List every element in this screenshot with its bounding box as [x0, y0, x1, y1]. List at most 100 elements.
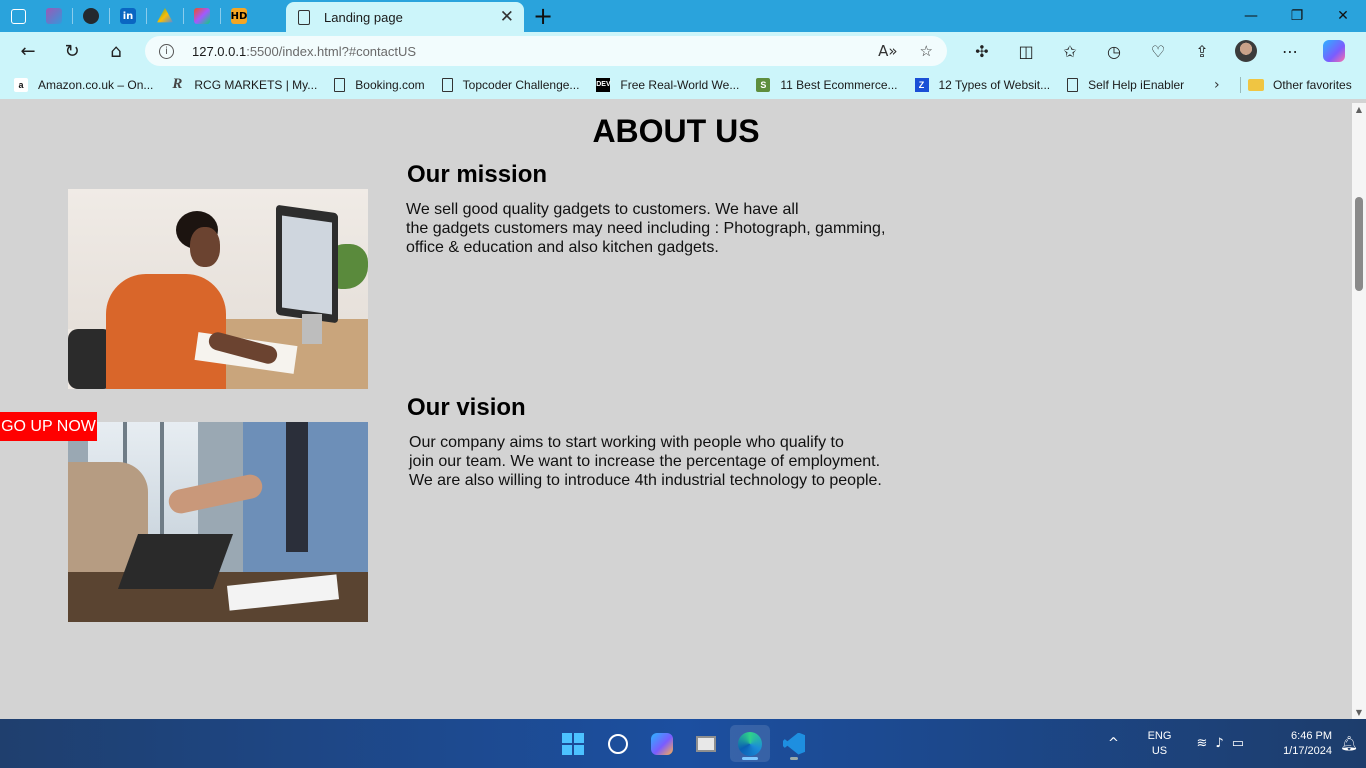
new-tab-button[interactable]: +	[530, 0, 556, 32]
vision-photo	[68, 422, 368, 622]
read-aloud-icon[interactable]: A»	[878, 42, 897, 60]
taskbar-vscode-icon[interactable]	[774, 725, 814, 762]
url-path: :5500/index.html?#contactUS	[246, 43, 417, 59]
twelve-icon: Z	[914, 77, 929, 92]
mission-line: We sell good quality gadgets to customer…	[406, 201, 799, 218]
windows-logo-icon	[562, 732, 584, 755]
go-up-button[interactable]: GO UP NOW	[0, 412, 97, 441]
pinned-tab-linkedin-icon[interactable]: in	[110, 0, 146, 32]
clock-date: 1/17/2024	[1283, 744, 1332, 757]
favorite-item[interactable]: Booking.com	[334, 77, 425, 92]
other-favorites-label: Other favorites	[1273, 77, 1352, 92]
quick-settings[interactable]: ≋ ♪ ▭	[1197, 736, 1245, 751]
favorite-item[interactable]: Z 12 Types of Websit...	[914, 77, 1051, 92]
show-hidden-icons-chevron-icon[interactable]: ^	[1099, 736, 1129, 751]
amazon-icon: a	[14, 77, 28, 92]
favorites-divider	[1240, 77, 1241, 93]
browser-toolbar: ← ↻ ⌂ i 127.0.0.1:5500/index.html?#conta…	[0, 32, 1366, 70]
browser-tab-strip: in HD Landing page ✕ + — ❐ ✕	[0, 0, 1366, 32]
taskbar-search-icon[interactable]	[598, 725, 638, 762]
vision-line: We are also willing to introduce 4th ind…	[409, 472, 882, 489]
tab-landing-page[interactable]: Landing page ✕	[286, 2, 524, 32]
favorite-star-icon[interactable]: ☆	[920, 42, 933, 60]
favorite-item[interactable]: R RCG MARKETS | My...	[170, 76, 318, 92]
language-indicator[interactable]: ENG US	[1137, 729, 1183, 759]
window-controls: — ❐ ✕	[1228, 0, 1366, 32]
restore-button[interactable]: ❐	[1274, 0, 1320, 32]
mission-heading: Our mission	[407, 161, 548, 188]
language-code: ENG	[1147, 729, 1172, 742]
scroll-down-arrow-icon[interactable]: ▼	[1352, 708, 1366, 717]
refresh-icon[interactable]: ↻	[50, 32, 94, 70]
mission-line: the gadgets customers may need including…	[406, 220, 886, 237]
page-scrollbar[interactable]: ▲ ▼	[1352, 103, 1366, 719]
browser-essentials-icon[interactable]: ♡	[1136, 42, 1180, 61]
favorite-label: 11 Best Ecommerce...	[780, 77, 898, 92]
favorite-label: 12 Types of Websit...	[938, 77, 1051, 92]
mission-line: office & education and also kitchen gadg…	[406, 239, 719, 256]
favorite-label: RCG MARKETS | My...	[194, 77, 318, 92]
url-host: 127.0.0.1	[192, 43, 247, 59]
wifi-icon: ≋	[1196, 736, 1208, 751]
page-title: ABOUT US	[592, 113, 760, 149]
folder-icon	[1248, 78, 1264, 91]
vision-heading: Our vision	[407, 394, 526, 421]
clock[interactable]: 6:46 PM 1/17/2024	[1254, 729, 1332, 759]
taskbar-edge-icon[interactable]	[730, 725, 770, 762]
other-favorites-folder[interactable]: Other favorites	[1248, 70, 1352, 99]
windows-taskbar: ^ ENG US ≋ ♪ ▭ 6:46 PM 1/17/2024 🔔︎	[0, 719, 1366, 768]
history-icon[interactable]: ◷	[1092, 42, 1136, 61]
vision-text: Our company aims to start working with p…	[409, 433, 909, 490]
favorite-item[interactable]: DEV Free Real-World We...	[596, 77, 740, 92]
mission-photo	[68, 189, 368, 389]
mission-text: We sell good quality gadgets to customer…	[406, 200, 906, 257]
system-tray: ^ ENG US ≋ ♪ ▭ 6:46 PM 1/17/2024 🔔︎	[1099, 719, 1366, 768]
vision-line: Our company aims to start working with p…	[409, 434, 844, 451]
notifications-bell-icon[interactable]: 🔔︎	[1332, 736, 1366, 752]
favorite-item[interactable]: Self Help iEnabler	[1067, 77, 1185, 92]
copilot-icon[interactable]	[1323, 40, 1345, 62]
close-tab-icon[interactable]: ✕	[500, 7, 514, 27]
pinned-tab-drive-icon[interactable]	[147, 0, 183, 32]
pinned-tab-github-icon[interactable]	[73, 0, 109, 32]
favorite-label: Self Help iEnabler	[1088, 77, 1185, 92]
shopify-icon: S	[756, 77, 771, 92]
favorites-overflow-chevron-icon[interactable]: ›	[1214, 70, 1220, 99]
back-arrow-icon[interactable]: ←	[6, 32, 50, 70]
page-icon	[298, 9, 310, 25]
task-view-icon[interactable]	[686, 725, 726, 762]
extensions-icon[interactable]: ✣	[960, 42, 1004, 61]
favorite-item[interactable]: S 11 Best Ecommerce...	[756, 77, 898, 92]
pinned-tab-feather-icon[interactable]	[36, 0, 72, 32]
taskbar-copilot-icon[interactable]	[642, 725, 682, 762]
share-icon[interactable]: ⇪	[1180, 42, 1224, 61]
split-screen-icon[interactable]: ◫	[1004, 42, 1048, 61]
start-button[interactable]	[553, 725, 593, 762]
battery-icon: ▭	[1231, 736, 1244, 751]
favorite-label: Free Real-World We...	[620, 77, 740, 92]
favorite-label: Topcoder Challenge...	[462, 77, 580, 92]
address-bar[interactable]: i 127.0.0.1:5500/index.html?#contactUS A…	[145, 36, 947, 66]
scroll-up-arrow-icon[interactable]: ▲	[1352, 105, 1366, 114]
favorite-label: Amazon.co.uk – On...	[38, 77, 154, 92]
favorites-icon[interactable]: ✩	[1048, 42, 1092, 61]
volume-icon: ♪	[1215, 736, 1224, 751]
language-region: US	[1151, 744, 1168, 757]
page-icon	[334, 77, 346, 92]
favorite-item[interactable]: a Amazon.co.uk – On...	[14, 77, 154, 92]
home-icon[interactable]: ⌂	[94, 32, 138, 70]
browser-tools: ✣ ◫ ✩ ◷ ♡ ⇪ ⋯	[960, 32, 1356, 70]
scrollbar-thumb[interactable]	[1355, 197, 1363, 291]
pinned-tab-figma-icon[interactable]	[184, 0, 220, 32]
close-window-button[interactable]: ✕	[1320, 0, 1366, 32]
vision-line: join our team. We want to increase the p…	[409, 453, 881, 470]
page-icon	[441, 77, 453, 92]
settings-more-icon[interactable]: ⋯	[1268, 42, 1312, 61]
favorite-item[interactable]: Topcoder Challenge...	[441, 77, 580, 92]
page-icon	[1067, 77, 1079, 92]
workspaces-icon[interactable]	[0, 0, 36, 32]
pinned-tab-hd-icon[interactable]: HD	[221, 0, 257, 32]
minimize-button[interactable]: —	[1228, 0, 1274, 32]
profile-avatar[interactable]	[1235, 40, 1257, 62]
site-info-icon[interactable]: i	[159, 43, 174, 59]
